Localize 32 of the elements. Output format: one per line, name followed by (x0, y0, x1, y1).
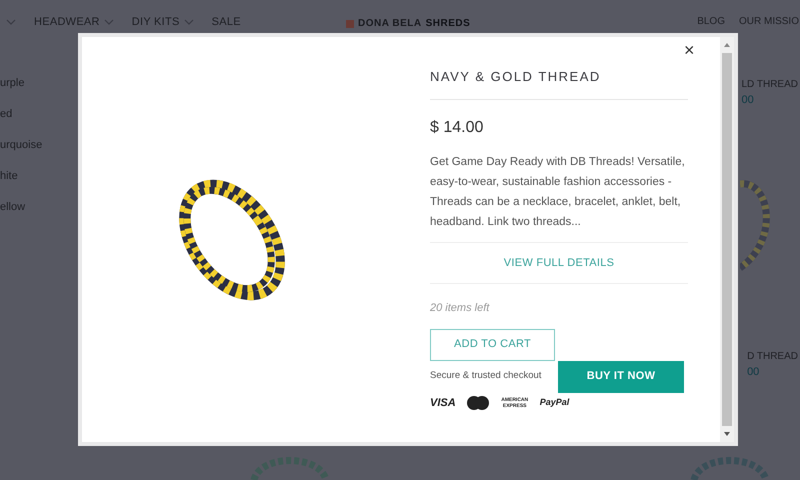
logo-text: SHREDS (426, 17, 470, 31)
scrollbar[interactable] (720, 37, 734, 442)
nav-link[interactable]: OUR MISSIO (738, 14, 799, 29)
color-filter-link[interactable]: ed (0, 105, 42, 123)
paypal-logo: PayPal (540, 396, 570, 409)
nav-link[interactable]: BLOG (697, 14, 725, 29)
color-filter-link[interactable]: urple (0, 74, 42, 92)
scroll-down-icon[interactable] (723, 430, 731, 438)
scroll-up-icon[interactable] (723, 41, 731, 49)
product-title: LD THREAD (742, 78, 798, 92)
product-price: $ 14.00 (430, 118, 484, 138)
nav-link[interactable]: SALE (212, 14, 241, 30)
product-description: Get Game Day Ready with DB Threads! Versatile, easy-to-wear, sustainable fashion accessories - Threads can be a necklace, bracelet, anklet, belt, headband. Link two threads... (430, 152, 688, 242)
chevron-down-icon (6, 19, 16, 26)
view-full-details-link[interactable]: VIEW FULL DETAILS (430, 242, 688, 284)
color-filter-link[interactable]: ellow (0, 198, 42, 216)
nav-link[interactable]: DIY KITS (132, 14, 194, 30)
nav-link[interactable]: HEADWEAR (34, 14, 114, 30)
logo-icon (346, 20, 354, 28)
color-filter-link[interactable]: urquoise (0, 136, 42, 154)
product-title: NAVY & GOLD THREAD (430, 67, 688, 100)
mastercard-logo-icon (466, 396, 490, 410)
close-button[interactable]: × (684, 41, 695, 59)
color-filter-link[interactable]: hite (0, 167, 42, 185)
logo-text: DONA BELA (358, 17, 422, 31)
scrollbar-thumb[interactable] (722, 53, 732, 426)
buy-it-now-button[interactable]: BUY IT NOW (558, 360, 684, 392)
add-to-cart-button[interactable]: ADD TO CART (430, 328, 555, 360)
product-title: D THREAD (747, 350, 798, 364)
stock-count: 20 items left (430, 301, 491, 316)
secure-checkout-text: Secure & trusted checkout (430, 369, 542, 384)
visa-logo: VISA (430, 396, 456, 410)
